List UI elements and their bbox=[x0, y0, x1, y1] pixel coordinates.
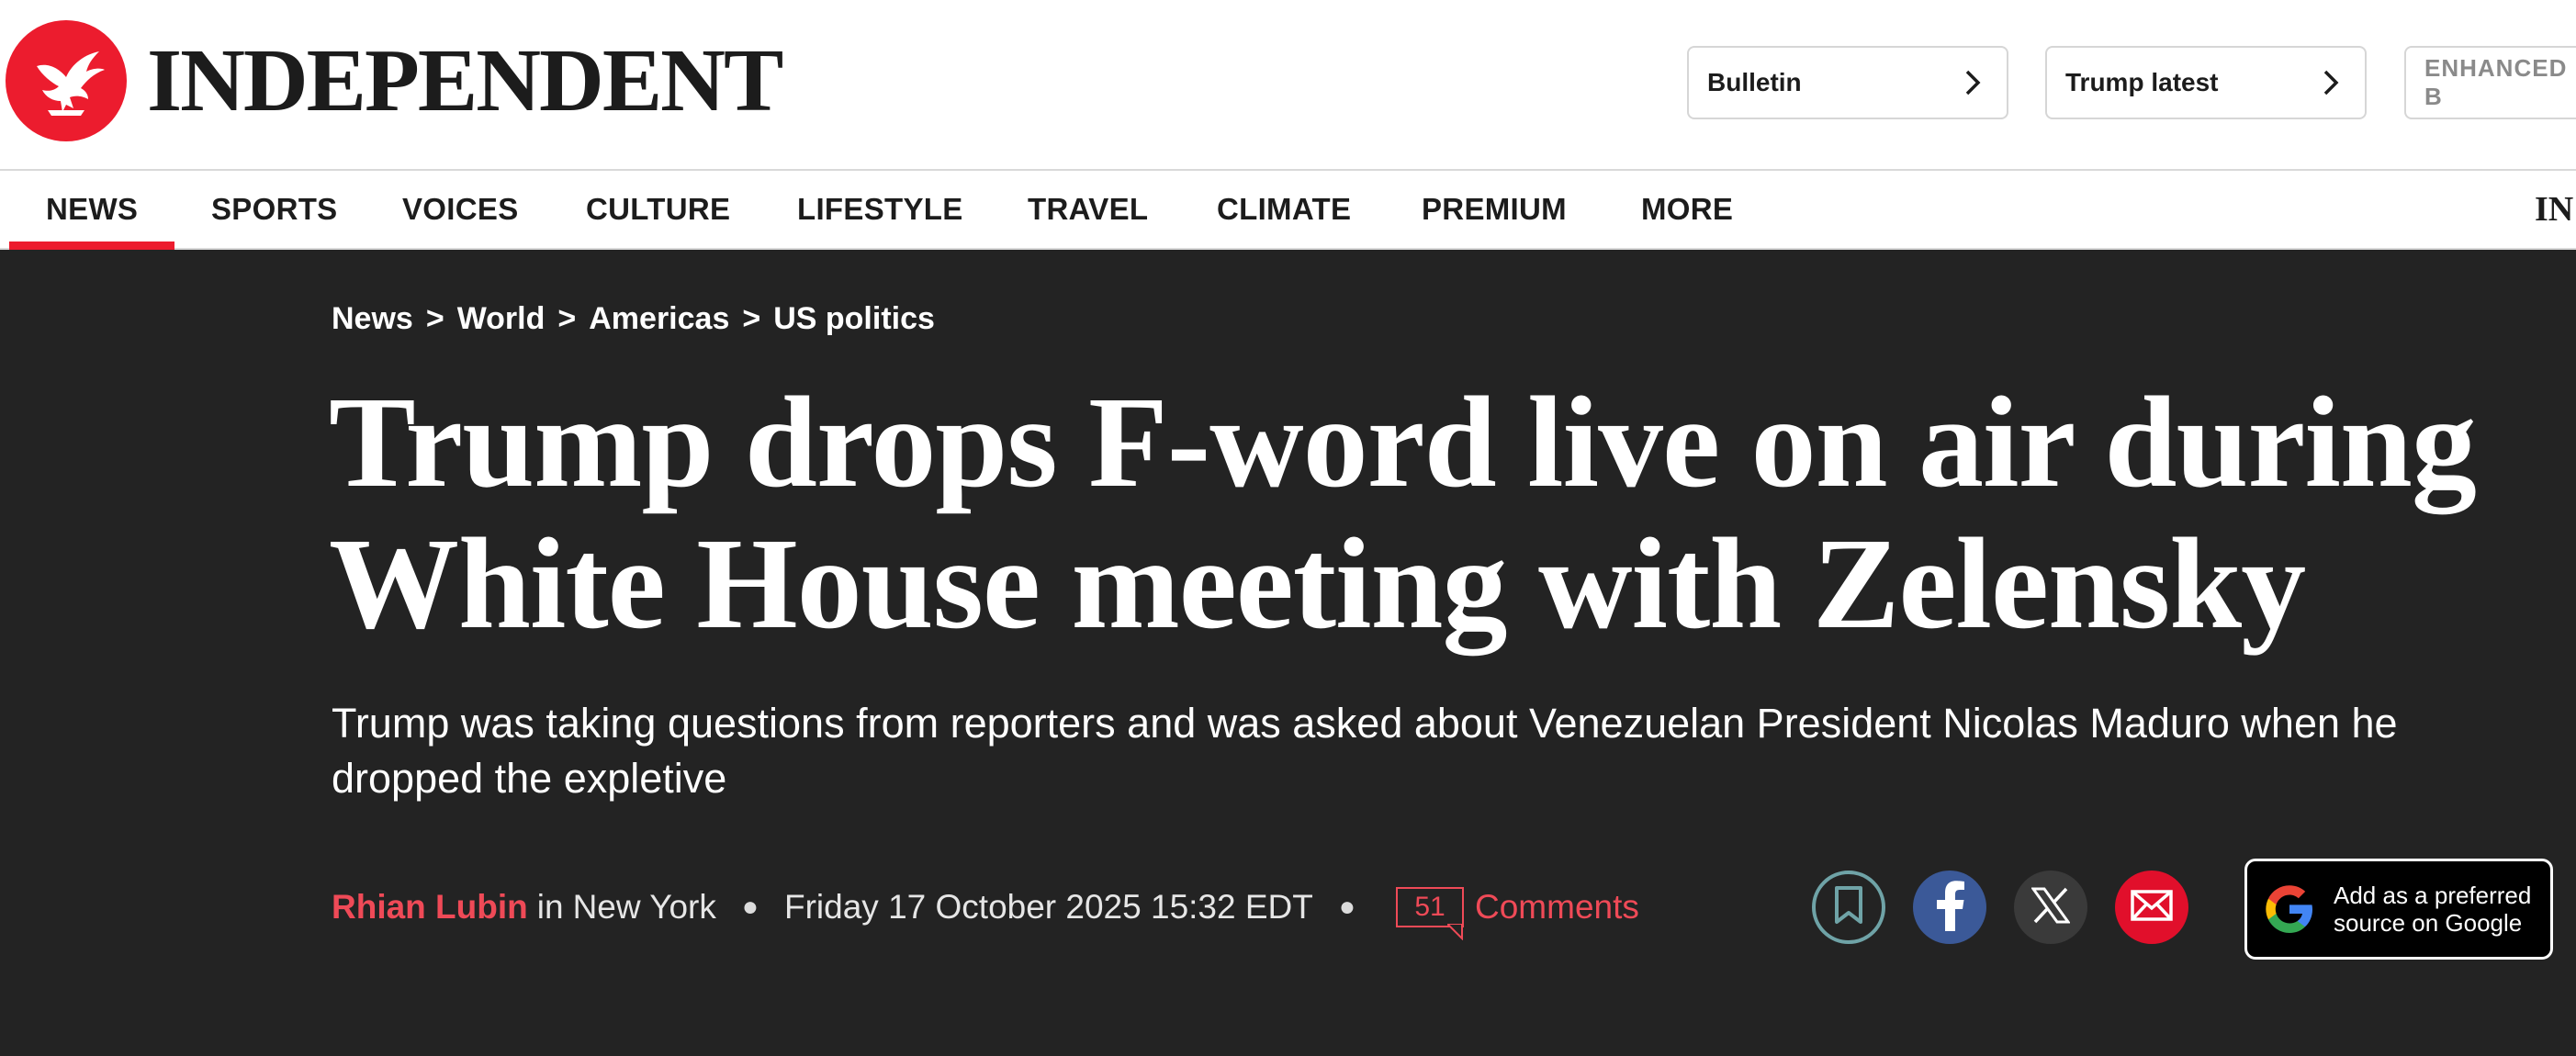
breadcrumb: News > World > Americas > US politics bbox=[332, 301, 935, 337]
masthead: INDEPENDENT Bulletin Trump latest ENHANC… bbox=[0, 0, 2576, 169]
comment-count: 51 bbox=[1414, 892, 1445, 922]
facebook-icon bbox=[1931, 880, 1968, 936]
chevron-right-icon bbox=[1957, 67, 1988, 98]
enhanced-button[interactable]: ENHANCED B bbox=[2404, 46, 2576, 119]
nav-item-culture[interactable]: CULTURE bbox=[586, 171, 730, 248]
headline-line-2: White House meeting with Zelensky bbox=[329, 511, 2306, 656]
google-preferred-source-button[interactable]: Add as a preferred source on Google bbox=[2244, 859, 2553, 960]
nav-right-logo[interactable]: IN bbox=[2535, 171, 2573, 248]
article-standfirst: Trump was taking questions from reporter… bbox=[332, 700, 2398, 802]
location-prefix: in bbox=[536, 888, 564, 926]
breadcrumb-separator: > bbox=[742, 301, 761, 336]
google-pref-line-1: Add as a preferred bbox=[2334, 882, 2532, 909]
breadcrumb-americas[interactable]: Americas bbox=[589, 301, 729, 337]
nav-item-voices[interactable]: VOICES bbox=[402, 171, 519, 248]
x-icon bbox=[2030, 887, 2071, 928]
nav-item-premium[interactable]: PREMIUM bbox=[1422, 171, 1567, 248]
bookmark-icon bbox=[1833, 885, 1864, 930]
bookmark-button[interactable] bbox=[1812, 871, 1885, 944]
location: New York bbox=[572, 888, 716, 926]
byline-separator-dot: ● bbox=[1338, 892, 1355, 922]
chevron-right-icon bbox=[2315, 67, 2346, 98]
author-link[interactable]: Rhian Lubin bbox=[332, 888, 528, 927]
facebook-share-button[interactable] bbox=[1913, 871, 1986, 944]
google-g-icon bbox=[2262, 882, 2317, 937]
google-preferred-text: Add as a preferred source on Google bbox=[2334, 882, 2531, 937]
comment-count-icon: 51 bbox=[1396, 887, 1464, 940]
breadcrumb-world[interactable]: World bbox=[457, 301, 546, 337]
article-headline: Trump drops F-word live on air during Wh… bbox=[329, 371, 2514, 654]
article-header: News > World > Americas > US politics Tr… bbox=[0, 250, 2576, 1056]
byline: Rhian Lubin in New York ● Friday 17 Octo… bbox=[332, 880, 1639, 940]
eagle-logo-icon bbox=[6, 20, 127, 141]
section-nav: NEWS SPORTS VOICES CULTURE LIFESTYLE TRA… bbox=[0, 169, 2576, 250]
nav-item-lifestyle[interactable]: LIFESTYLE bbox=[797, 171, 963, 248]
email-share-button[interactable] bbox=[2115, 871, 2188, 944]
nav-item-travel[interactable]: TRAVEL bbox=[1028, 171, 1148, 248]
nav-item-climate[interactable]: CLIMATE bbox=[1217, 171, 1351, 248]
comments-link[interactable]: 51 Comments bbox=[1381, 887, 1639, 940]
headline-line-1: Trump drops F-word live on air during bbox=[329, 369, 2477, 514]
bulletin-button[interactable]: Bulletin bbox=[1687, 46, 2008, 119]
bulletin-label: Bulletin bbox=[1707, 68, 1802, 96]
email-icon bbox=[2131, 889, 2173, 926]
breadcrumb-us-politics[interactable]: US politics bbox=[773, 301, 935, 337]
breadcrumb-separator: > bbox=[425, 301, 444, 336]
breadcrumb-separator: > bbox=[557, 301, 577, 336]
x-share-button[interactable] bbox=[2014, 871, 2087, 944]
logo-wordmark: INDEPENDENT bbox=[147, 31, 783, 130]
byline-separator-dot: ● bbox=[741, 892, 759, 922]
google-pref-line-2: source on Google bbox=[2334, 909, 2523, 937]
independent-logo[interactable]: INDEPENDENT bbox=[6, 18, 783, 143]
trump-latest-label: Trump latest bbox=[2065, 68, 2219, 96]
breadcrumb-news[interactable]: News bbox=[332, 301, 413, 337]
nav-item-sports[interactable]: SPORTS bbox=[211, 171, 338, 248]
enhanced-label: ENHANCED B bbox=[2424, 54, 2568, 110]
nav-item-news[interactable]: NEWS bbox=[8, 171, 175, 250]
trump-latest-button[interactable]: Trump latest bbox=[2045, 46, 2367, 119]
publish-date: Friday 17 October 2025 15:32 EDT bbox=[784, 888, 1313, 926]
nav-item-more[interactable]: MORE bbox=[1641, 171, 1733, 248]
comments-label: Comments bbox=[1475, 888, 1639, 926]
